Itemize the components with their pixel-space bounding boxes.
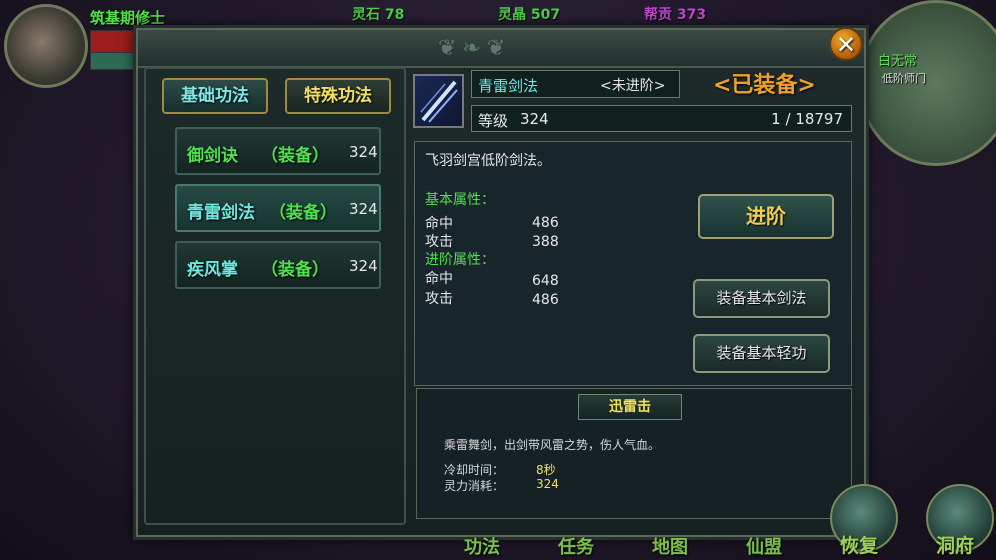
close-icon[interactable]: ✕ [829,27,863,61]
exp-value: 1 / 18797 [771,110,843,128]
skill-equip-tag: （装备） [261,260,329,280]
skill-name: 青雷剑法 [187,203,255,223]
cost-label: 灵力消耗： [444,479,505,493]
menu-cave[interactable]: 洞府 [936,531,974,558]
adv-attr-value: 486 [532,292,559,308]
spirit-crystal-stat: 灵晶 507 [498,7,561,23]
skill-name: 御剑诀 [187,146,238,166]
hp-bar [90,30,140,54]
minimap[interactable] [858,0,996,166]
minimap-sub-label: 低阶师门 [882,72,926,85]
level-value: 324 [520,110,549,128]
skill-row-yujianjue[interactable]: 御剑诀 （装备） 324 [175,127,381,175]
ornament-icon: ❦❧❦ [438,36,512,61]
menu-alliance[interactable]: 仙盟 [746,533,782,559]
base-attr-value: 486 [532,215,559,231]
skill-level: 324 [349,200,378,218]
skill-level: 324 [349,257,378,275]
tab-special-skills[interactable]: 特殊功法 [285,78,391,114]
adv-attr-key: 命中 [425,271,453,287]
skill-name-box: 青雷剑法 <未进阶> [471,70,680,98]
skill-row-jifengzhang[interactable]: 疾风掌 （装备） 324 [175,241,381,289]
special-skill-name: 迅雷击 [578,394,682,420]
equip-basic-sword-button[interactable]: 装备基本剑法 [693,279,830,318]
advance-button[interactable]: 进阶 [698,194,834,239]
menu-recover[interactable]: 恢复 [840,531,878,558]
menu-skills[interactable]: 功法 [464,533,500,559]
base-attr-value: 388 [532,234,559,250]
selected-skill-title: 青雷剑法 [478,77,539,95]
skill-equip-tag: （装备） [261,146,329,166]
guild-contribution-stat: 帮贡 373 [644,7,707,23]
tab-basic-skills[interactable]: 基础功法 [162,78,268,114]
skill-row-qingleijianfa[interactable]: 青雷剑法 （装备） 324 [175,184,381,232]
equip-basic-lightness-button[interactable]: 装备基本轻功 [693,334,830,373]
adv-attr-key: 攻击 [425,291,453,307]
cost-value: 324 [536,477,559,491]
minimap-npc-name: 白无常 [878,54,918,69]
adv-attr-value: 648 [532,273,559,289]
base-attr-key: 命中 [425,216,453,232]
sword-skill-icon [413,74,464,128]
cooldown-label: 冷却时间： [444,463,505,477]
cooldown-value: 8秒 [536,463,556,477]
special-skill-description: 乘雷舞剑，出剑带风雷之势，伤人气血。 [444,438,661,452]
menu-quests[interactable]: 任务 [558,533,594,559]
equipped-label: <已装备> [713,73,816,98]
advance-state: <未进阶> [600,78,666,94]
skill-name: 疾风掌 [187,260,238,280]
mp-bar [90,52,140,70]
menu-map[interactable]: 地图 [652,533,688,559]
level-box: 等级 324 1 / 18797 [471,105,852,132]
skill-description: 飞羽剑宫低阶剑法。 [425,153,551,169]
skill-equip-tag: （装备） [269,203,337,223]
player-avatar[interactable] [4,4,88,88]
base-attr-key: 攻击 [425,234,453,250]
player-name: 筑基期修士 [90,9,166,27]
window-title-bar: ❦❧❦ [138,30,864,68]
spirit-stone-stat: 灵石 78 [352,7,405,23]
base-attr-title: 基本属性： [425,192,495,208]
adv-attr-title: 进阶属性： [425,252,495,268]
level-label: 等级 [478,112,509,130]
skill-level: 324 [349,143,378,161]
